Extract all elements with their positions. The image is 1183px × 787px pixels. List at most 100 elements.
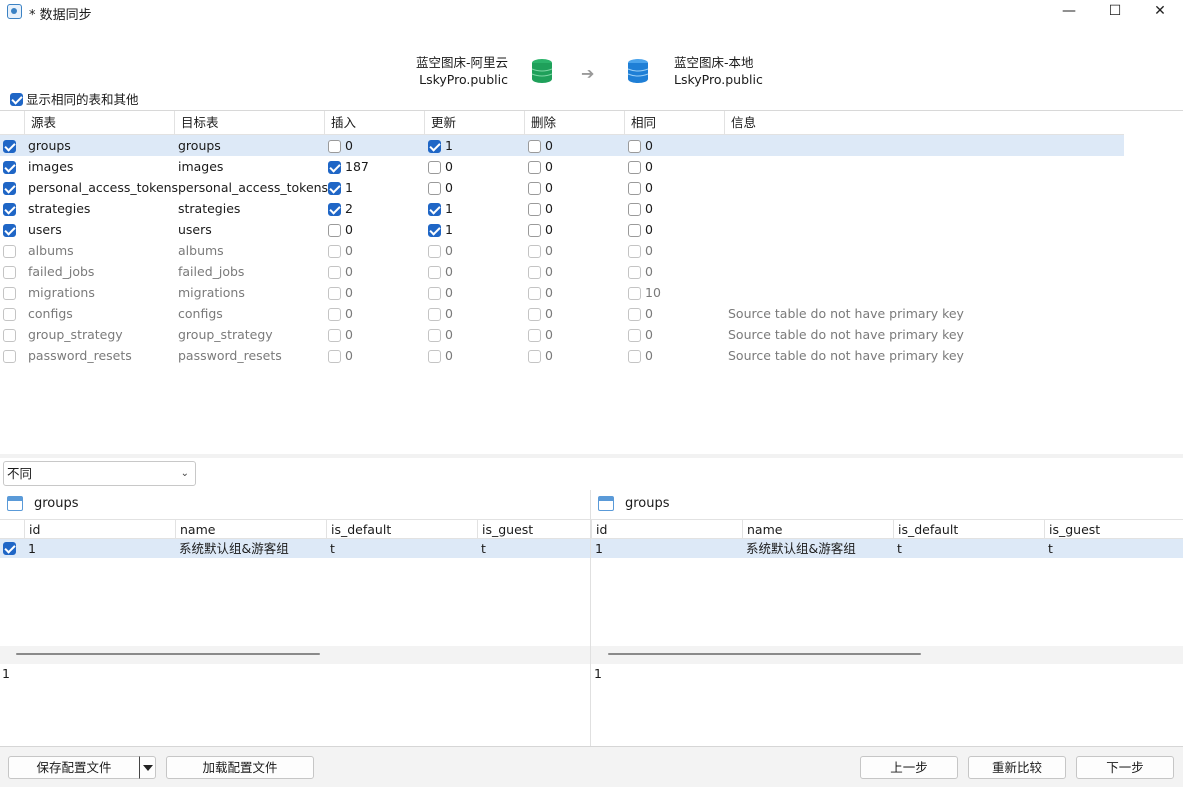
close-button[interactable]: ✕ bbox=[1137, 0, 1183, 24]
delete-checkbox[interactable] bbox=[528, 287, 541, 300]
insert-checkbox[interactable] bbox=[328, 182, 341, 195]
splitter[interactable] bbox=[0, 454, 1183, 458]
insert-checkbox[interactable] bbox=[328, 308, 341, 321]
row-select-checkbox[interactable] bbox=[3, 266, 16, 279]
back-button[interactable]: 上一步 bbox=[860, 756, 958, 779]
column-info[interactable]: 信息 bbox=[724, 111, 1124, 135]
same-checkbox[interactable] bbox=[628, 140, 641, 153]
update-checkbox[interactable] bbox=[428, 287, 441, 300]
delete-checkbox[interactable] bbox=[528, 140, 541, 153]
row-select-checkbox[interactable] bbox=[3, 308, 16, 321]
column-delete[interactable]: 删除 bbox=[524, 111, 624, 135]
source-horizontal-scrollbar[interactable] bbox=[0, 646, 590, 664]
target-record-row[interactable]: 1 系统默认组&游客组 t t bbox=[591, 539, 1183, 558]
table-row[interactable]: images images 187 0 0 0 bbox=[0, 156, 1124, 177]
row-select-checkbox[interactable] bbox=[3, 287, 16, 300]
same-checkbox[interactable] bbox=[628, 224, 641, 237]
row-select-checkbox[interactable] bbox=[3, 245, 16, 258]
source-col-id[interactable]: id bbox=[24, 520, 175, 539]
maximize-button[interactable]: ☐ bbox=[1092, 0, 1138, 24]
delete-checkbox[interactable] bbox=[528, 308, 541, 321]
save-profile-button[interactable]: 保存配置文件 bbox=[8, 756, 140, 779]
update-checkbox[interactable] bbox=[428, 182, 441, 195]
table-row[interactable]: password_resets password_resets 0 0 0 0 Source… bbox=[0, 345, 1124, 366]
table-row[interactable]: configs configs 0 0 0 0 Source table do not ha… bbox=[0, 303, 1124, 324]
same-checkbox[interactable] bbox=[628, 182, 641, 195]
delete-checkbox[interactable] bbox=[528, 182, 541, 195]
target-scroll-thumb[interactable] bbox=[608, 653, 921, 655]
update-checkbox[interactable] bbox=[428, 203, 441, 216]
target-col-name[interactable]: name bbox=[742, 520, 893, 539]
same-checkbox[interactable] bbox=[628, 161, 641, 174]
row-select-checkbox[interactable] bbox=[3, 161, 16, 174]
column-target-table[interactable]: 目标表 bbox=[174, 111, 324, 135]
insert-checkbox[interactable] bbox=[328, 266, 341, 279]
insert-checkbox[interactable] bbox=[328, 203, 341, 216]
source-record-checkbox[interactable] bbox=[3, 542, 16, 555]
row-select-checkbox[interactable] bbox=[3, 329, 16, 342]
same-checkbox[interactable] bbox=[628, 203, 641, 216]
next-button[interactable]: 下一步 bbox=[1076, 756, 1174, 779]
load-profile-button[interactable]: 加载配置文件 bbox=[166, 756, 314, 779]
table-row[interactable]: groups groups 0 1 0 0 bbox=[0, 135, 1124, 156]
delete-checkbox[interactable] bbox=[528, 245, 541, 258]
target-horizontal-scrollbar[interactable] bbox=[591, 646, 1183, 664]
row-select-checkbox[interactable] bbox=[3, 224, 16, 237]
insert-checkbox[interactable] bbox=[328, 287, 341, 300]
delete-checkbox[interactable] bbox=[528, 329, 541, 342]
update-checkbox[interactable] bbox=[428, 266, 441, 279]
save-profile-dropdown-icon[interactable] bbox=[139, 756, 156, 779]
same-checkbox[interactable] bbox=[628, 308, 641, 321]
column-same[interactable]: 相同 bbox=[624, 111, 724, 135]
insert-checkbox[interactable] bbox=[328, 140, 341, 153]
source-record-row[interactable]: 1 系统默认组&游客组 t t bbox=[0, 539, 590, 558]
update-checkbox[interactable] bbox=[428, 329, 441, 342]
update-checkbox[interactable] bbox=[428, 224, 441, 237]
update-checkbox[interactable] bbox=[428, 140, 441, 153]
update-checkbox[interactable] bbox=[428, 350, 441, 363]
insert-checkbox[interactable] bbox=[328, 245, 341, 258]
same-checkbox[interactable] bbox=[628, 245, 641, 258]
insert-checkbox[interactable] bbox=[328, 161, 341, 174]
show-same-checkbox[interactable] bbox=[10, 93, 23, 106]
source-col-is-guest[interactable]: is_guest bbox=[477, 520, 590, 539]
row-select-checkbox[interactable] bbox=[3, 203, 16, 216]
source-scroll-thumb[interactable] bbox=[16, 653, 320, 655]
target-col-id[interactable]: id bbox=[591, 520, 742, 539]
same-checkbox[interactable] bbox=[628, 329, 641, 342]
table-row[interactable]: users users 0 1 0 0 bbox=[0, 219, 1124, 240]
minimize-button[interactable]: — bbox=[1046, 0, 1092, 24]
update-checkbox[interactable] bbox=[428, 245, 441, 258]
table-row[interactable]: group_strategy group_strategy 0 0 0 0 Source t… bbox=[0, 324, 1124, 345]
delete-checkbox[interactable] bbox=[528, 203, 541, 216]
row-select-checkbox[interactable] bbox=[3, 182, 16, 195]
delete-checkbox[interactable] bbox=[528, 350, 541, 363]
table-row[interactable]: failed_jobs failed_jobs 0 0 0 0 bbox=[0, 261, 1124, 282]
same-checkbox[interactable] bbox=[628, 287, 641, 300]
table-row[interactable]: personal_access_tokens personal_access_to… bbox=[0, 177, 1124, 198]
diff-filter-select[interactable]: 不同 ⌄ bbox=[3, 461, 196, 486]
table-row[interactable]: migrations migrations 0 0 0 10 bbox=[0, 282, 1124, 303]
show-same-toggle[interactable]: 显示相同的表和其他 bbox=[10, 89, 139, 108]
same-checkbox[interactable] bbox=[628, 266, 641, 279]
table-row[interactable]: albums albums 0 0 0 0 bbox=[0, 240, 1124, 261]
target-col-is-default[interactable]: is_default bbox=[893, 520, 1044, 539]
column-source-table[interactable]: 源表 bbox=[24, 111, 174, 135]
delete-checkbox[interactable] bbox=[528, 224, 541, 237]
source-col-name[interactable]: name bbox=[175, 520, 326, 539]
update-checkbox[interactable] bbox=[428, 308, 441, 321]
column-insert[interactable]: 插入 bbox=[324, 111, 424, 135]
row-select-checkbox[interactable] bbox=[3, 350, 16, 363]
insert-checkbox[interactable] bbox=[328, 350, 341, 363]
recompare-button[interactable]: 重新比较 bbox=[968, 756, 1066, 779]
same-checkbox[interactable] bbox=[628, 350, 641, 363]
row-select-checkbox[interactable] bbox=[3, 140, 16, 153]
delete-checkbox[interactable] bbox=[528, 266, 541, 279]
target-col-is-guest[interactable]: is_guest bbox=[1044, 520, 1183, 539]
source-col-is-default[interactable]: is_default bbox=[326, 520, 477, 539]
insert-checkbox[interactable] bbox=[328, 224, 341, 237]
update-checkbox[interactable] bbox=[428, 161, 441, 174]
insert-checkbox[interactable] bbox=[328, 329, 341, 342]
delete-checkbox[interactable] bbox=[528, 161, 541, 174]
table-row[interactable]: strategies strategies 2 1 0 0 bbox=[0, 198, 1124, 219]
